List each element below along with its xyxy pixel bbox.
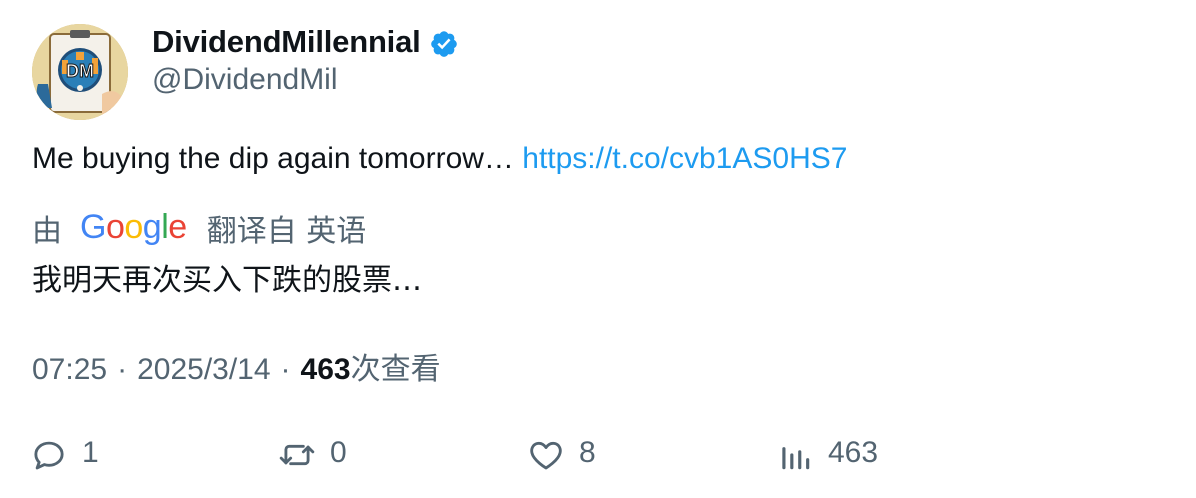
analytics-bars-icon <box>782 447 810 470</box>
retweet-count: 0 <box>330 436 347 469</box>
translation-source-language: 翻译自 英语 <box>206 214 367 249</box>
tweet-card: DM DividendMillennial @DividendMil Me bu… <box>0 0 1196 498</box>
heart-icon <box>530 441 562 470</box>
tweet-date[interactable]: 2025/3/14 <box>137 353 270 387</box>
tweet-time[interactable]: 07:25 <box>32 353 107 387</box>
dm-logo-avatar-icon: DM <box>32 24 128 120</box>
translation-attribution: 由 Google 翻译自 英语 <box>32 207 367 250</box>
meta-separator-2: · <box>280 353 291 386</box>
views-count: 463 <box>300 353 351 386</box>
author-name-row: DividendMillennial <box>152 22 459 62</box>
tweet-body: Me buying the dip again tomorrow… <box>32 142 523 175</box>
action-bar: 1 0 8 463 <box>0 428 1196 478</box>
reply-icon <box>34 441 64 470</box>
svg-text:DM: DM <box>66 61 94 81</box>
author-display-name[interactable]: DividendMillennial <box>152 24 421 60</box>
tweet-meta: 07:25 · 2025/3/14 · 463 次查看 <box>32 344 441 388</box>
views-label: 次查看 <box>350 352 441 387</box>
meta-separator: · <box>117 353 128 386</box>
avatar[interactable]: DM <box>32 24 128 120</box>
tweet-link[interactable]: https://t.co/cvb1AS0HS7 <box>522 142 847 175</box>
verified-badge-icon <box>430 30 457 57</box>
like-button[interactable]: 8 <box>527 428 596 478</box>
google-logo: Google <box>80 207 187 246</box>
author-handle[interactable]: @DividendMil <box>152 63 338 97</box>
reply-count: 1 <box>82 436 99 469</box>
translation-prefix: 由 <box>32 214 62 249</box>
views-action-count: 463 <box>828 436 879 469</box>
retweet-icon <box>279 444 315 466</box>
translated-text: 我明天再次买入下跌的股票… <box>32 263 422 298</box>
tweet-text: Me buying the dip again tomorrow… https:… <box>32 142 847 176</box>
retweet-button[interactable]: 0 <box>278 428 347 478</box>
like-count: 8 <box>579 436 596 469</box>
reply-button[interactable]: 1 <box>30 428 99 478</box>
views-button[interactable]: 463 <box>776 428 878 478</box>
